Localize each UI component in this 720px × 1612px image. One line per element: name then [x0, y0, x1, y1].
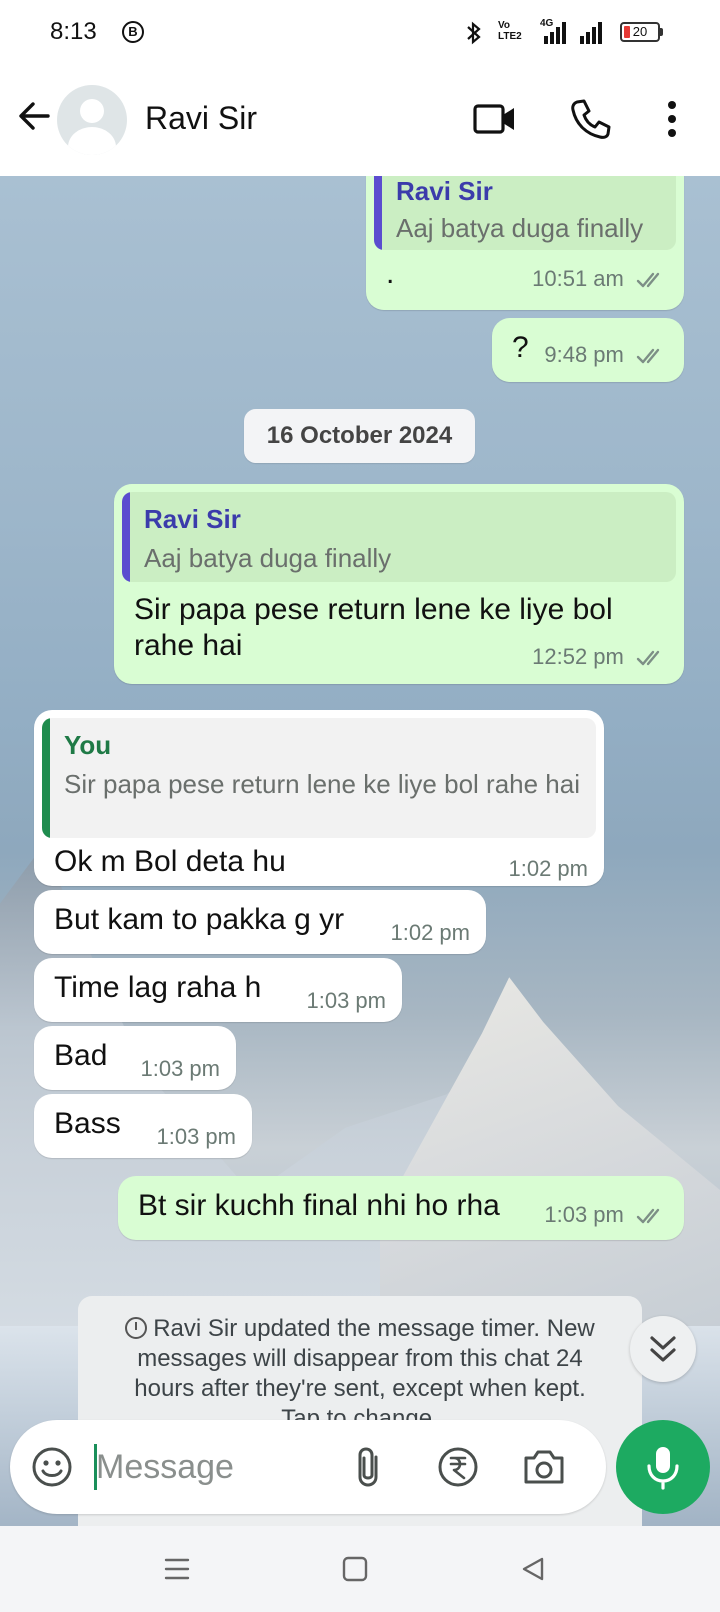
- message-time: 1:03 pm: [140, 1056, 221, 1081]
- message-time: 1:03 pm: [306, 988, 387, 1013]
- system-nav-bar: [0, 1526, 720, 1612]
- quote-author: You: [64, 730, 112, 760]
- timer-icon: [125, 1317, 148, 1339]
- message-meta: 1:02 pm: [509, 856, 589, 882]
- message-meta: 1:03 pm: [157, 1124, 237, 1150]
- quote-author: Ravi Sir: [144, 504, 241, 534]
- signal-bar: [556, 27, 560, 44]
- contact-name[interactable]: Ravi Sir: [145, 100, 257, 137]
- message-meta: 1:03 pm: [141, 1056, 221, 1082]
- message-meta: 12:52 pm: [532, 644, 668, 670]
- quote-author: Ravi Sir: [396, 176, 493, 206]
- message-bubble-incoming[interactable]: Time lag raha h 1:03 pm: [34, 958, 402, 1022]
- quoted-message[interactable]: You Sir papa pese return lene ke liye bo…: [42, 718, 596, 838]
- chat-area[interactable]: Ravi Sir Aaj batya duga finally . 10:51 …: [0, 176, 720, 1526]
- camera-icon[interactable]: [520, 1443, 568, 1491]
- home-square-icon[interactable]: [338, 1552, 372, 1586]
- mic-button[interactable]: [616, 1420, 710, 1514]
- message-bubble-outgoing[interactable]: Bt sir kuchh final nhi ho rha 1:03 pm: [118, 1176, 684, 1240]
- avatar[interactable]: [57, 85, 127, 155]
- message-bubble-incoming[interactable]: Bad 1:03 pm: [34, 1026, 236, 1090]
- read-ticks-icon: [636, 348, 660, 364]
- scroll-to-bottom-button[interactable]: [630, 1316, 696, 1382]
- signal-bar: [592, 27, 596, 44]
- chat-header: Ravi Sir: [0, 66, 720, 176]
- message-text: Ok m Bol deta hu: [54, 845, 286, 878]
- message-composer: [10, 1420, 606, 1514]
- read-ticks-icon: [636, 272, 660, 288]
- message-meta: 10:51 am: [532, 266, 668, 292]
- message-bubble-incoming[interactable]: You Sir papa pese return lene ke liye bo…: [34, 710, 604, 886]
- phone-icon[interactable]: [568, 96, 614, 142]
- message-time: 12:52 pm: [532, 644, 624, 669]
- signal-bar: [550, 32, 554, 44]
- quoted-message[interactable]: Ravi Sir Aaj batya duga finally: [122, 492, 676, 582]
- quoted-message[interactable]: Ravi Sir Aaj batya duga finally: [374, 176, 676, 250]
- notice-line-2: messages will disappear from this chat 2…: [137, 1345, 583, 1372]
- notice-line-3: hours after they're sent, except when ke…: [134, 1375, 586, 1402]
- signal-bar: [586, 32, 590, 44]
- bluetooth-icon: [467, 21, 481, 45]
- volte-label: Vo LTE2: [498, 20, 522, 42]
- quote-text: Sir papa pese return lene ke liye bol ra…: [64, 769, 580, 799]
- network-type: 4G: [540, 18, 554, 29]
- notice-line: Ravi Sir updated the message timer. New: [102, 1314, 618, 1344]
- attach-icon[interactable]: [346, 1443, 394, 1491]
- quote-bar: [374, 176, 382, 250]
- message-text: Bass: [54, 1107, 121, 1140]
- message-bubble-incoming[interactable]: Bass 1:03 pm: [34, 1094, 252, 1158]
- back-triangle-icon[interactable]: [516, 1552, 550, 1586]
- message-text: But kam to pakka g yr: [54, 903, 345, 936]
- date-divider: 16 October 2024: [244, 409, 475, 463]
- back-arrow-icon[interactable]: [14, 96, 54, 136]
- emoji-icon[interactable]: [28, 1443, 76, 1491]
- message-time: 9:48 pm: [544, 342, 624, 367]
- quote-bar: [122, 492, 130, 582]
- message-text: ?: [512, 331, 529, 364]
- message-text: .: [386, 257, 395, 290]
- battery-tip: [660, 28, 663, 36]
- read-ticks-icon: [636, 1208, 660, 1224]
- signal-bar: [580, 36, 584, 44]
- avatar-body: [68, 127, 116, 155]
- double-chevron-down-icon: [650, 1336, 676, 1362]
- message-bubble-outgoing[interactable]: Ravi Sir Aaj batya duga finally Sir papa…: [114, 484, 684, 684]
- notice-line-1: Ravi Sir updated the message timer. New: [153, 1315, 595, 1342]
- message-bubble-outgoing[interactable]: ? 9:48 pm: [492, 318, 684, 382]
- signal-bar: [598, 22, 602, 44]
- message-text: Bad: [54, 1039, 108, 1072]
- message-text: Time lag raha h: [54, 971, 262, 1004]
- message-time: 1:02 pm: [508, 856, 589, 881]
- message-text: Bt sir kuchh final nhi ho rha: [138, 1189, 500, 1222]
- rupee-payment-icon[interactable]: [434, 1443, 482, 1491]
- message-bubble-incoming[interactable]: But kam to pakka g yr 1:02 pm: [34, 890, 486, 954]
- quote-text: Aaj batya duga finally: [144, 543, 392, 573]
- message-meta: 9:48 pm: [544, 342, 668, 368]
- recents-menu-icon[interactable]: [160, 1552, 194, 1586]
- signal-bar: [544, 36, 548, 44]
- message-input[interactable]: [96, 1436, 336, 1498]
- message-time: 10:51 am: [532, 266, 624, 291]
- battery-level: 20: [632, 24, 648, 39]
- video-call-icon[interactable]: [472, 96, 518, 142]
- message-bubble-outgoing[interactable]: Ravi Sir Aaj batya duga finally . 10:51 …: [366, 176, 684, 310]
- mic-icon: [647, 1447, 679, 1490]
- read-ticks-icon: [636, 650, 660, 666]
- battery-icon: 20: [620, 22, 660, 42]
- more-vert-icon[interactable]: [654, 96, 690, 142]
- quote-bar: [42, 718, 50, 838]
- quote-text: Aaj batya duga finally: [396, 213, 644, 243]
- avatar-head: [80, 99, 104, 123]
- message-time: 1:03 pm: [156, 1124, 237, 1149]
- message-time: 1:02 pm: [390, 920, 471, 945]
- signal-bar: [562, 22, 566, 44]
- message-time: 1:03 pm: [544, 1202, 624, 1227]
- message-meta: 1:03 pm: [307, 988, 387, 1014]
- status-badge: B: [122, 21, 144, 43]
- status-time: 8:13: [50, 18, 97, 45]
- message-meta: 1:03 pm: [544, 1202, 668, 1228]
- message-meta: 1:02 pm: [391, 920, 471, 946]
- status-bar: 8:13 B Vo LTE2 4G 20: [0, 0, 720, 66]
